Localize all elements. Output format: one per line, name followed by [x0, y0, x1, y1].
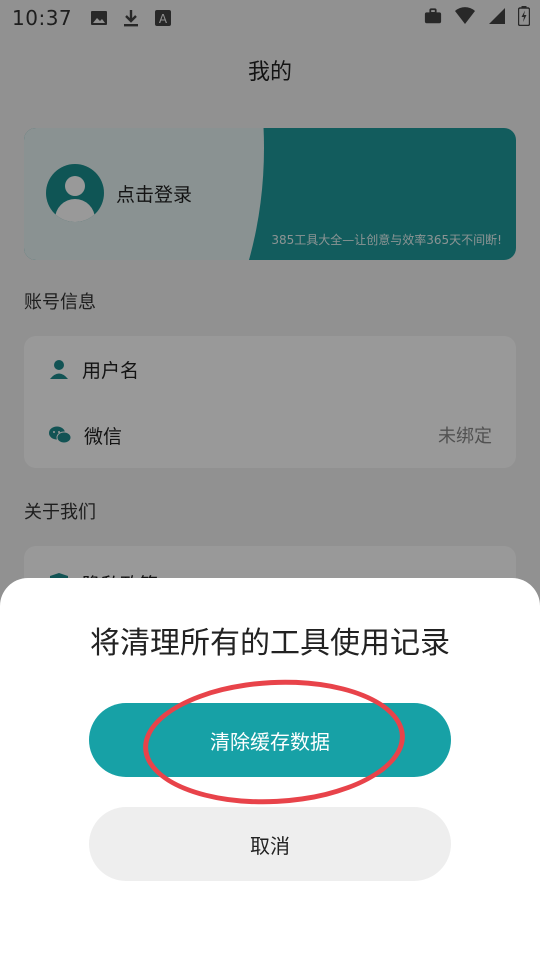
dialog-title: 将清理所有的工具使用记录 [90, 626, 450, 661]
cancel-button[interactable]: 取消 [89, 807, 451, 881]
clear-cache-dialog: 将清理所有的工具使用记录 清除缓存数据 取消 [0, 578, 540, 960]
clear-cache-button[interactable]: 清除缓存数据 [89, 703, 451, 777]
